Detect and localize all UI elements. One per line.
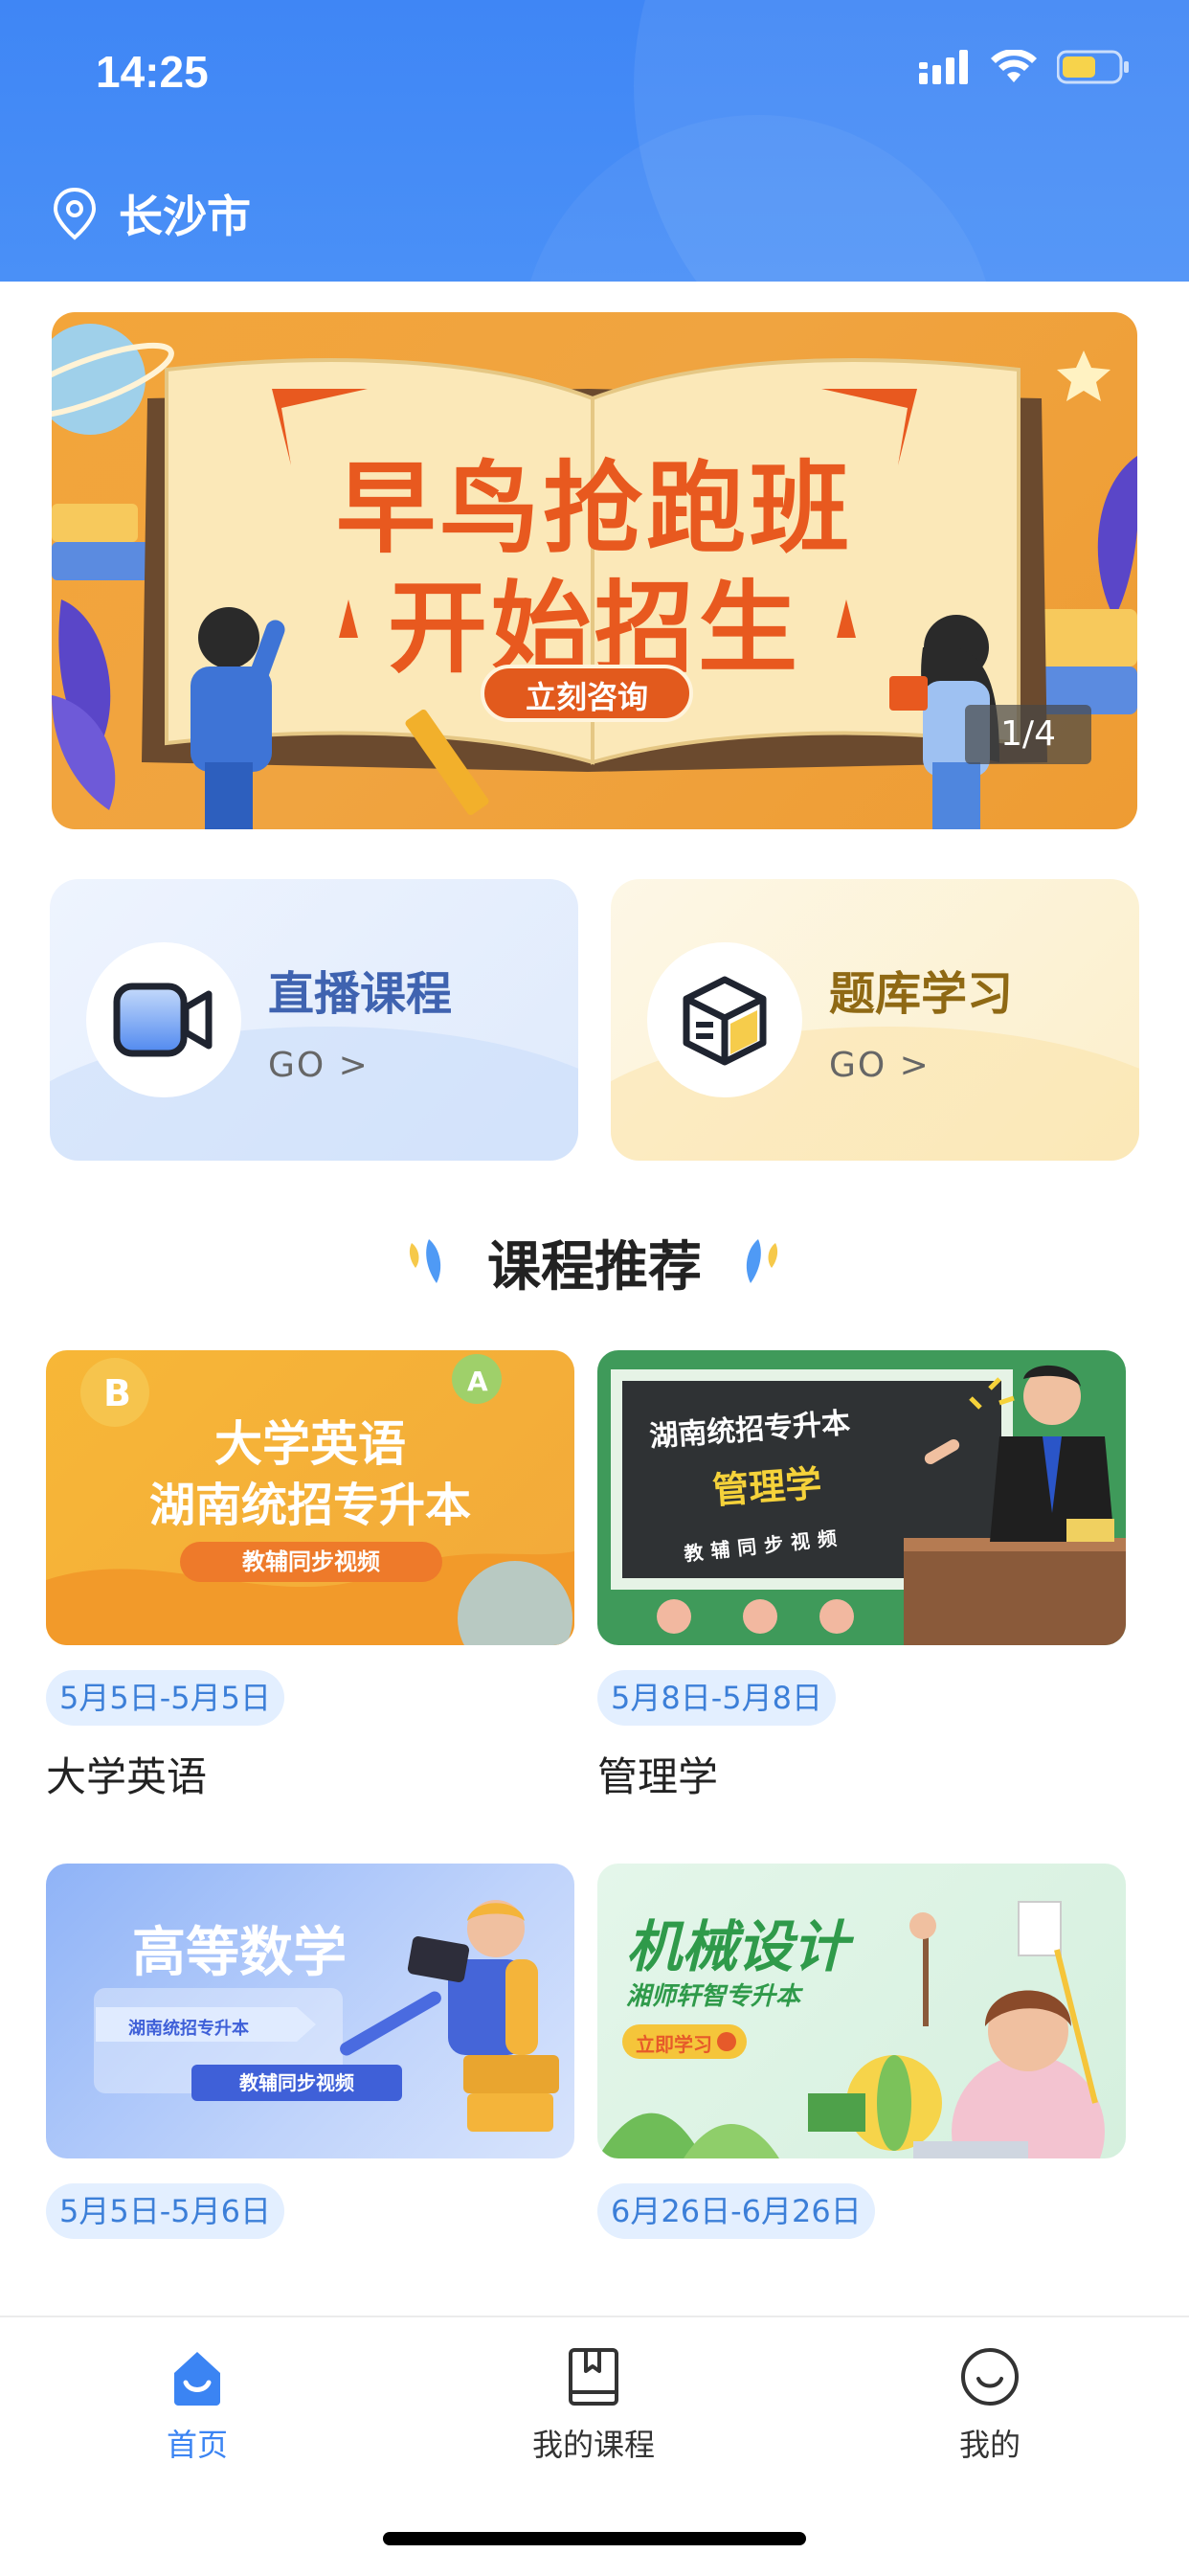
course-thumb-tag: 教辅同步视频 [239, 2071, 354, 2094]
course-card[interactable]: B A 大学英语 湖南统招专升本 教辅同步视频 5月5日-5月5日 大学英语 [46, 1350, 574, 1803]
section-title: 课程推荐 [487, 1236, 702, 1299]
smile-icon [961, 2348, 1019, 2406]
course-date-badge: 5月5日-5月5日 [46, 1670, 284, 1726]
signal-icon [919, 50, 968, 84]
location-pin-icon [53, 187, 97, 240]
course-thumbnail: 机械设计 湘师轩智专升本 立即学习 [597, 1864, 1126, 2158]
live-course-go-link[interactable]: GO > [268, 1046, 370, 1085]
course-thumb-tag: 立即学习 [636, 2033, 712, 2056]
math-thumb-art [94, 1900, 559, 2132]
course-thumb-title: 高等数学 [132, 1922, 347, 1984]
course-thumb-subtitle: 湖南统招专升本 [128, 2019, 249, 2039]
live-course-entry[interactable]: 直播课程 GO > [50, 879, 578, 1161]
promo-banner[interactable]: 早鸟抢跑班 开始招生 立刻咨询 1/4 [52, 312, 1137, 829]
course-date-badge: 6月26日-6月26日 [597, 2183, 875, 2239]
live-course-title: 直播课程 [268, 967, 453, 1021]
tab-home-label: 首页 [166, 2427, 228, 2463]
home-icon [174, 2352, 220, 2406]
question-bank-entry[interactable]: 题库学习 GO > [611, 879, 1139, 1161]
wifi-icon [991, 50, 1037, 82]
course-thumb-subtitle: 管理学 [710, 1462, 823, 1512]
tab-my-courses[interactable]: 我的课程 [469, 2346, 718, 2465]
status-time: 14:25 [96, 47, 209, 97]
question-bank-title: 题库学习 [829, 967, 1014, 1021]
course-thumb-subtitle: 湘师轩智专升本 [626, 1982, 801, 2011]
course-thumb-title: 机械设计 [626, 1914, 849, 1979]
cube-icon-container [647, 942, 802, 1097]
home-indicator[interactable] [383, 2532, 806, 2545]
management-thumb-art [611, 1365, 1126, 1645]
video-camera-icon [113, 983, 213, 1057]
course-card[interactable]: 机械设计 湘师轩智专升本 立即学习 6月26日-6月26日 [597, 1864, 1126, 2239]
banner-consult-button[interactable]: 立刻咨询 [481, 665, 693, 722]
location-selector[interactable]: 长沙市 [52, 182, 251, 245]
tab-my-courses-label: 我的课程 [531, 2427, 655, 2463]
course-date-badge: 5月5日-5月6日 [46, 2183, 284, 2239]
location-city: 长沙市 [119, 191, 251, 242]
course-thumbnail: 湖南统招专升本 管理学 教辅同步视频 [597, 1350, 1126, 1645]
svg-text:A: A [467, 1366, 488, 1397]
course-card[interactable]: 高等数学 湖南统招专升本 教辅同步视频 5月5日-5月6日 [46, 1864, 574, 2239]
course-name: 管理学 [597, 1753, 719, 1800]
course-date-badge: 5月8日-5月8日 [597, 1670, 836, 1726]
battery-icon [1057, 50, 1129, 84]
banner-page-indicator: 1/4 [965, 705, 1091, 764]
video-camera-icon-container [86, 942, 241, 1097]
course-thumb-tag: 教辅同步视频 [242, 1548, 380, 1575]
tab-home[interactable]: 首页 [73, 2346, 322, 2465]
section-right-decoration-icon [746, 1239, 778, 1283]
course-name: 大学英语 [46, 1753, 208, 1800]
tab-mine-label: 我的 [958, 2427, 1021, 2463]
course-card[interactable]: 湖南统招专升本 管理学 教辅同步视频 5月8日-5月8日 管理学 [597, 1350, 1126, 1803]
app-header: 14:25 长沙市 [0, 0, 1189, 282]
book-icon [569, 2348, 618, 2406]
question-bank-cube-icon [683, 976, 767, 1066]
tab-mine[interactable]: 我的 [865, 2346, 1114, 2465]
course-thumb-title: 大学英语 [214, 1416, 406, 1472]
course-thumbnail: B A 大学英语 湖南统招专升本 教辅同步视频 [46, 1350, 574, 1645]
status-icons [919, 50, 1130, 84]
course-thumb-subtitle: 湖南统招专升本 [148, 1479, 471, 1532]
question-bank-go-link[interactable]: GO > [829, 1046, 931, 1085]
course-thumbnail: 高等数学 湖南统招专升本 教辅同步视频 [46, 1864, 574, 2158]
